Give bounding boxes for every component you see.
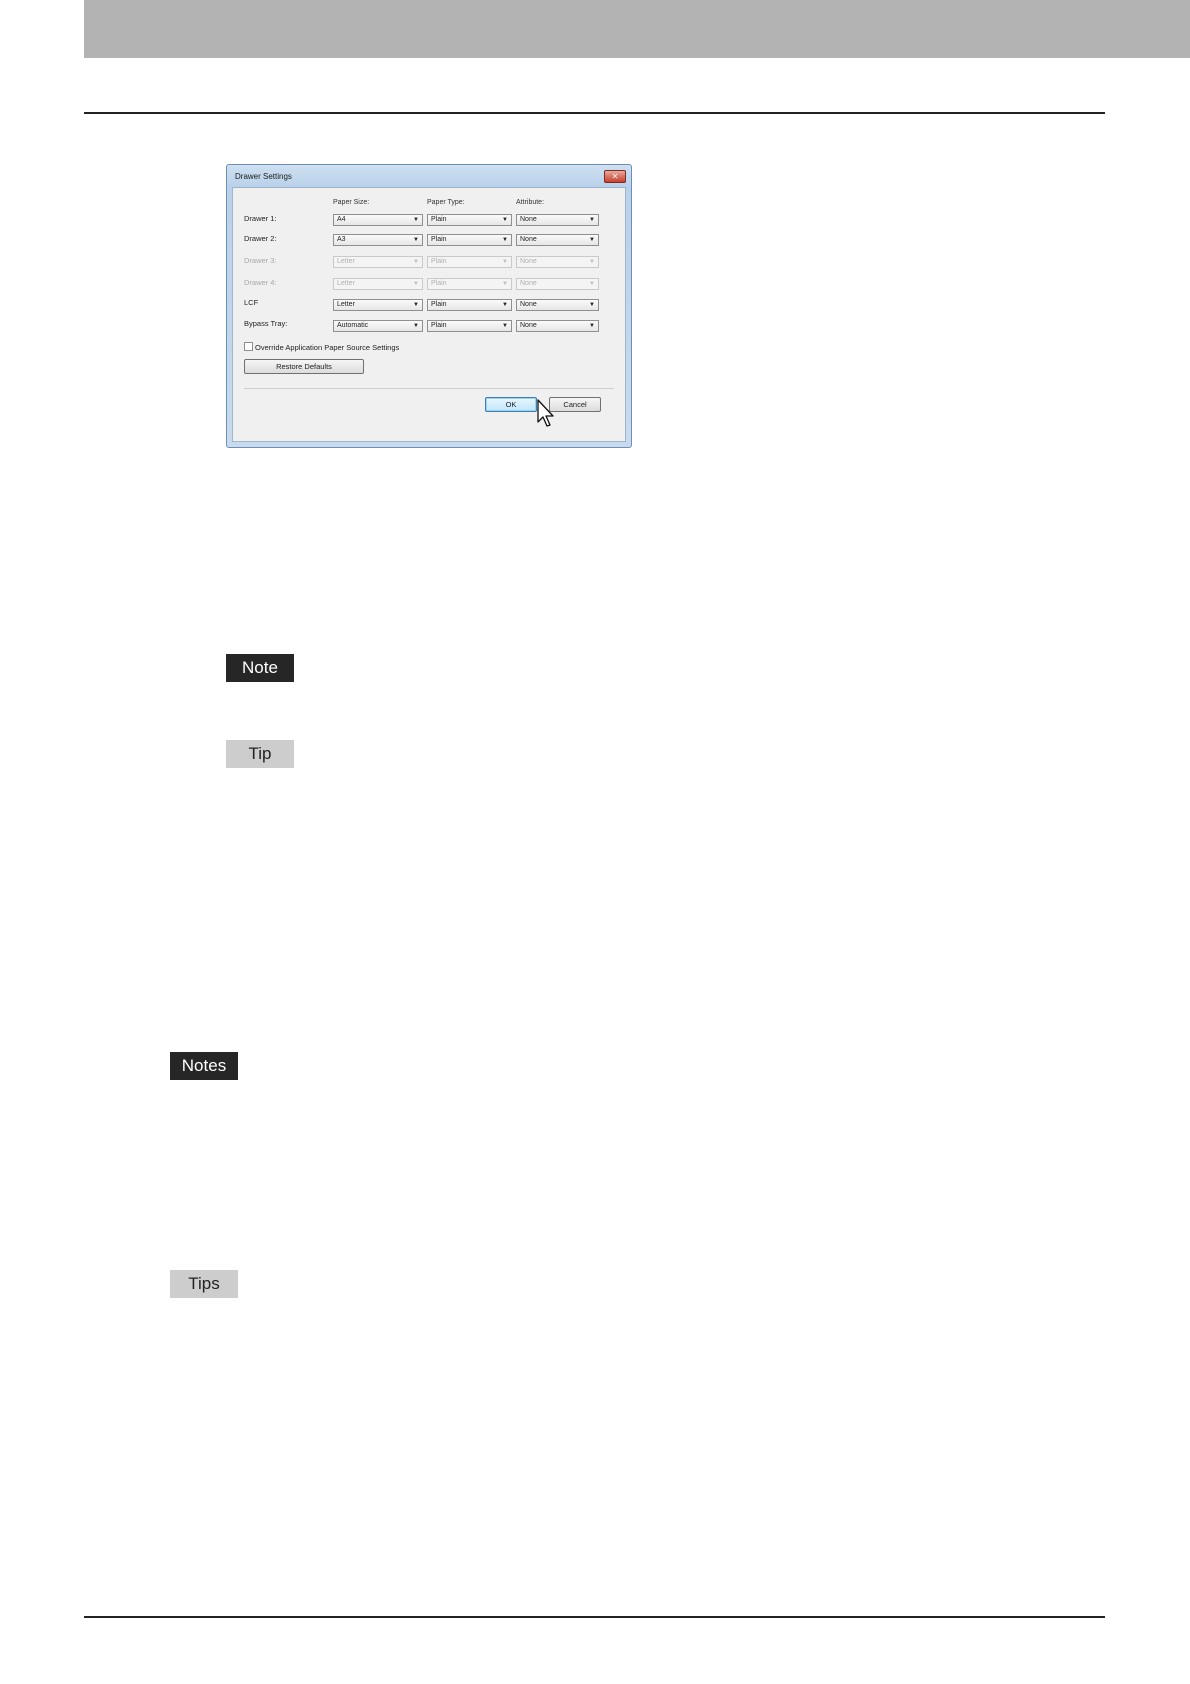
dropdown-arrow-icon: ▼	[502, 217, 508, 223]
lcf-size-select[interactable]: Letter ▼	[333, 299, 423, 311]
drawer-4-attribute-select: None ▼	[516, 278, 599, 290]
attribute-header: Attribute:	[516, 199, 545, 206]
drawer-1-attribute-value: None	[520, 216, 537, 223]
lcf-attribute-value: None	[520, 301, 537, 308]
dropdown-arrow-icon: ▼	[413, 281, 419, 287]
close-icon: ✕	[611, 172, 619, 181]
bypass-tray-size-select[interactable]: Automatic ▼	[333, 320, 423, 332]
ok-button[interactable]: OK	[485, 397, 537, 412]
dialog-title: Drawer Settings	[235, 172, 292, 181]
dropdown-arrow-icon: ▼	[589, 281, 595, 287]
lcf-attribute-select[interactable]: None ▼	[516, 299, 599, 311]
drawer-1-label: Drawer 1:	[244, 214, 277, 223]
tip-label: Tip	[226, 740, 294, 768]
paper-size-header: Paper Size:	[333, 199, 370, 206]
drawer-settings-dialog: Drawer Settings ✕ Paper Size: Paper Type…	[226, 164, 632, 448]
dropdown-arrow-icon: ▼	[502, 281, 508, 287]
drawer-3-type-value: Plain	[431, 258, 447, 265]
drawer-4-label: Drawer 4:	[244, 278, 277, 287]
drawer-3-size-value: Letter	[337, 258, 355, 265]
drawer-4-size-value: Letter	[337, 280, 355, 287]
dropdown-arrow-icon: ▼	[502, 259, 508, 265]
restore-defaults-button[interactable]: Restore Defaults	[244, 359, 364, 374]
drawer-3-type-select: Plain ▼	[427, 256, 512, 268]
bypass-tray-attribute-value: None	[520, 322, 537, 329]
drawer-1-size-value: A4	[337, 216, 346, 223]
dropdown-arrow-icon: ▼	[589, 237, 595, 243]
lcf-type-select[interactable]: Plain ▼	[427, 299, 512, 311]
drawer-1-size-select[interactable]: A4 ▼	[333, 214, 423, 226]
drawer-2-type-value: Plain	[431, 236, 447, 243]
drawer-4-type-value: Plain	[431, 280, 447, 287]
checkbox-box[interactable]	[244, 342, 253, 351]
bypass-tray-type-value: Plain	[431, 322, 447, 329]
drawer-4-attribute-value: None	[520, 280, 537, 287]
drawer-2-attribute-value: None	[520, 236, 537, 243]
dropdown-arrow-icon: ▼	[589, 259, 595, 265]
bypass-tray-type-select[interactable]: Plain ▼	[427, 320, 512, 332]
drawer-2-label: Drawer 2:	[244, 234, 277, 243]
close-button[interactable]: ✕	[604, 170, 626, 183]
lcf-size-value: Letter	[337, 301, 355, 308]
drawer-2-type-select[interactable]: Plain ▼	[427, 234, 512, 246]
note-label: Note	[226, 654, 294, 682]
dropdown-arrow-icon: ▼	[589, 323, 595, 329]
dropdown-arrow-icon: ▼	[413, 302, 419, 308]
lcf-label: LCF	[244, 298, 259, 307]
lcf-type-value: Plain	[431, 301, 447, 308]
header-rule	[84, 112, 1105, 114]
drawer-1-type-value: Plain	[431, 216, 447, 223]
drawer-4-size-select: Letter ▼	[333, 278, 423, 290]
drawer-2-size-select[interactable]: A3 ▼	[333, 234, 423, 246]
drawer-3-label: Drawer 3:	[244, 256, 277, 265]
dropdown-arrow-icon: ▼	[589, 302, 595, 308]
dropdown-arrow-icon: ▼	[413, 217, 419, 223]
drawer-3-size-select: Letter ▼	[333, 256, 423, 268]
dropdown-arrow-icon: ▼	[502, 323, 508, 329]
bypass-tray-label: Bypass Tray:	[244, 319, 288, 328]
bypass-tray-size-value: Automatic	[337, 322, 369, 329]
drawer-4-type-select: Plain ▼	[427, 278, 512, 290]
dialog-separator	[244, 388, 614, 389]
dropdown-arrow-icon: ▼	[413, 323, 419, 329]
dropdown-arrow-icon: ▼	[413, 259, 419, 265]
drawer-3-attribute-value: None	[520, 258, 537, 265]
override-paper-source-label: Override Application Paper Source Settin…	[255, 343, 400, 352]
mouse-pointer-icon	[537, 399, 554, 427]
notes-label: Notes	[170, 1052, 238, 1080]
tips-label: Tips	[170, 1270, 238, 1298]
drawer-3-attribute-select: None ▼	[516, 256, 599, 268]
dialog-titlebar[interactable]: Drawer Settings ✕	[227, 165, 631, 187]
page-header-band	[84, 0, 1190, 58]
drawer-1-type-select[interactable]: Plain ▼	[427, 214, 512, 226]
dropdown-arrow-icon: ▼	[502, 237, 508, 243]
footer-rule	[84, 1616, 1105, 1618]
drawer-2-attribute-select[interactable]: None ▼	[516, 234, 599, 246]
dropdown-arrow-icon: ▼	[589, 217, 595, 223]
paper-type-header: Paper Type:	[427, 199, 465, 206]
drawer-1-attribute-select[interactable]: None ▼	[516, 214, 599, 226]
override-paper-source-checkbox[interactable]: Override Application Paper Source Settin…	[244, 342, 399, 352]
drawer-2-size-value: A3	[337, 236, 346, 243]
bypass-tray-attribute-select[interactable]: None ▼	[516, 320, 599, 332]
dropdown-arrow-icon: ▼	[502, 302, 508, 308]
dialog-client-area: Paper Size: Paper Type: Attribute: Drawe…	[232, 187, 626, 442]
dropdown-arrow-icon: ▼	[413, 237, 419, 243]
